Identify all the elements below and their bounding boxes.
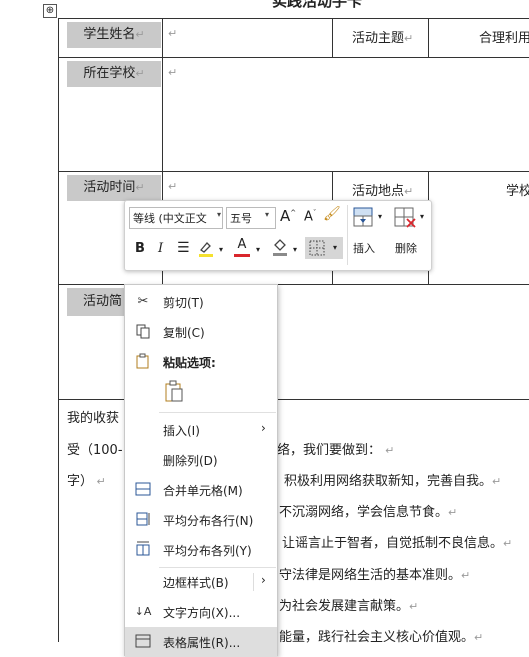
insert-chevron-down-icon[interactable]: ▾ bbox=[378, 212, 382, 221]
delete-table-icon[interactable] bbox=[393, 205, 419, 231]
student-name-cell[interactable]: ↵ bbox=[168, 27, 177, 40]
time-label: 活动时间↵ bbox=[67, 175, 161, 201]
shrink-font-button[interactable]: Aˇ bbox=[304, 209, 316, 224]
copy-icon bbox=[133, 323, 153, 341]
text-direction-icon: ↓A bbox=[134, 605, 152, 618]
menu-item-cut[interactable]: ✂ 剪切(T) bbox=[125, 287, 277, 317]
menu-item-border-style[interactable]: 边框样式(B) › bbox=[125, 567, 277, 597]
delete-button[interactable]: 删除 bbox=[395, 240, 417, 256]
menu-item-distribute-rows[interactable]: 平均分布各行(N) bbox=[125, 505, 277, 535]
distribute-rows-icon bbox=[133, 511, 153, 529]
distribute-columns-icon bbox=[133, 541, 153, 559]
content-line-1: 络，我们要做到： ↵ bbox=[277, 443, 395, 458]
font-color-chevron-down-icon[interactable]: ▾ bbox=[256, 245, 260, 254]
school-cell[interactable]: ↵ bbox=[168, 66, 177, 79]
insert-table-icon[interactable] bbox=[352, 205, 378, 231]
borders-button[interactable]: ▾ bbox=[305, 237, 343, 259]
content-line-5: 守法律是网络生活的基本准则。↵ bbox=[279, 568, 471, 583]
gain-line-3: 字） ↵ bbox=[67, 474, 106, 489]
highlight-chevron-down-icon[interactable]: ▾ bbox=[219, 245, 223, 254]
center-align-icon[interactable]: ☰ bbox=[177, 240, 190, 256]
font-color-icon[interactable]: A bbox=[233, 237, 251, 257]
scissors-icon: ✂ bbox=[137, 294, 149, 309]
content-line-3: 不沉溺网络，学会信息节食。↵ bbox=[279, 505, 458, 520]
school-label: 所在学校↵ bbox=[67, 61, 161, 87]
time-cell[interactable]: ↵ bbox=[168, 180, 177, 193]
menu-item-text-direction[interactable]: ↓A 文字方向(X)... bbox=[125, 597, 277, 627]
gain-line-1: 我的收获 bbox=[67, 411, 120, 426]
gain-line-2: 受（100- bbox=[67, 443, 123, 458]
activity-theme-value[interactable]: 合理利用 bbox=[479, 27, 529, 46]
bold-button[interactable]: B bbox=[135, 241, 145, 256]
menu-item-paste-options: 粘贴选项: bbox=[125, 347, 277, 377]
font-name-select[interactable]: 等线 (中文正文 bbox=[129, 207, 223, 229]
insert-button[interactable]: 插入 bbox=[353, 240, 375, 256]
submenu-divider bbox=[253, 573, 254, 591]
place-label: 活动地点↵ bbox=[352, 184, 414, 199]
merge-cells-icon bbox=[133, 481, 153, 499]
student-name-label: 学生姓名↵ bbox=[67, 22, 161, 48]
menu-item-table-properties[interactable]: 表格属性(R)... bbox=[125, 627, 277, 657]
menu-item-distribute-columns[interactable]: 平均分布各列(Y) bbox=[125, 535, 277, 565]
paste-keep-source-icon[interactable] bbox=[163, 379, 187, 405]
activity-theme-label: 活动主题↵ bbox=[352, 31, 414, 46]
content-line-2: 积极利用网络获取新知，完善自我。↵ bbox=[284, 474, 502, 489]
highlight-pen-icon[interactable] bbox=[197, 239, 215, 257]
italic-button[interactable]: I bbox=[158, 241, 163, 256]
submenu-chevron-right-icon: › bbox=[261, 421, 266, 435]
mini-toolbar: 等线 (中文正文 ▾ 五号 ▾ A^ Aˇ 🖌 B I ☰ ▾ A ▾ ▾ ▾ … bbox=[124, 200, 432, 271]
format-painter-icon[interactable]: 🖌 bbox=[323, 206, 341, 222]
content-line-6: 为社会发展建言献策。↵ bbox=[279, 599, 419, 614]
context-menu: ✂ 剪切(T) 复制(C) 粘贴选项: 插入(I) › 删除列(D) 合并单元格… bbox=[124, 284, 278, 657]
menu-item-insert[interactable]: 插入(I) › bbox=[125, 415, 277, 445]
font-size-chevron-down-icon[interactable]: ▾ bbox=[265, 210, 269, 219]
shading-bucket-icon[interactable] bbox=[271, 237, 289, 257]
grow-font-button[interactable]: A^ bbox=[280, 207, 296, 225]
border-style-chevron-right-icon[interactable]: › bbox=[261, 573, 266, 587]
shading-chevron-down-icon[interactable]: ▾ bbox=[293, 245, 297, 254]
content-line-4: 让谣言止于智者，自觉抵制不良信息。↵ bbox=[282, 536, 513, 551]
menu-item-merge-cells[interactable]: 合并单元格(M) bbox=[125, 475, 277, 505]
table-properties-icon bbox=[133, 633, 153, 651]
font-name-chevron-down-icon[interactable]: ▾ bbox=[217, 210, 221, 219]
content-line-7: 能量，践行社会主义核心价值观。↵ bbox=[279, 630, 484, 645]
menu-item-delete-column[interactable]: 删除列(D) bbox=[125, 445, 277, 475]
place-value[interactable]: 学校 bbox=[506, 180, 529, 199]
borders-chevron-down-icon[interactable]: ▾ bbox=[333, 243, 337, 252]
menu-item-copy[interactable]: 复制(C) bbox=[125, 317, 277, 347]
menu-divider-1 bbox=[159, 412, 276, 413]
delete-chevron-down-icon[interactable]: ▾ bbox=[420, 212, 424, 221]
toolbar-divider bbox=[347, 205, 348, 265]
clipboard-icon bbox=[133, 353, 153, 371]
